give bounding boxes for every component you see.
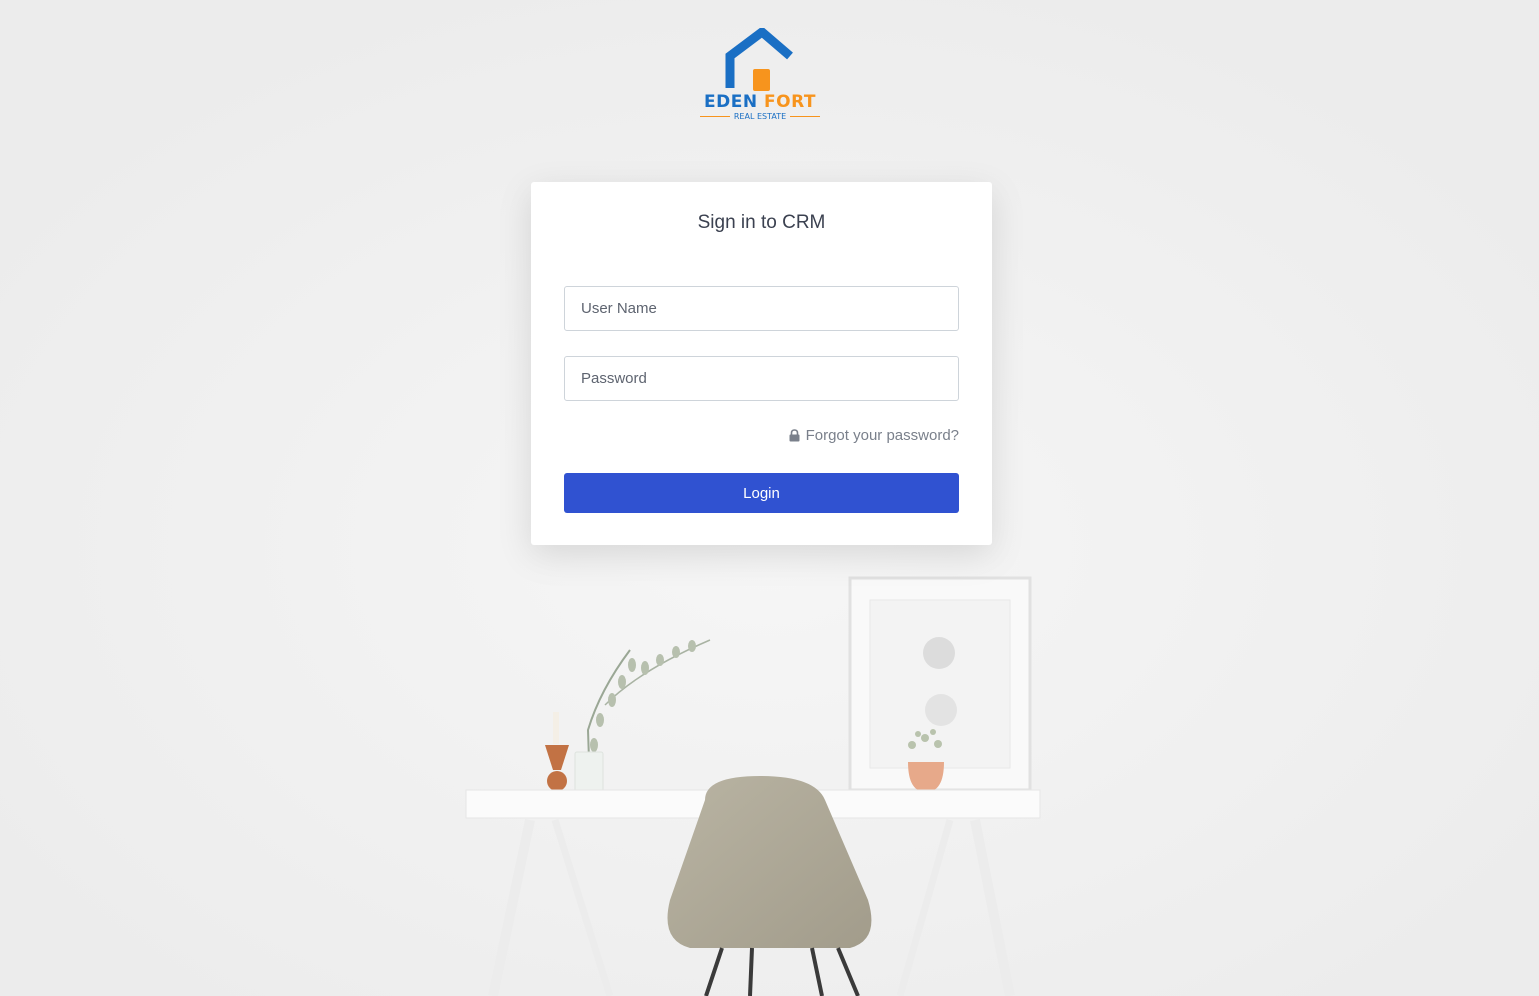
page-title: Sign in to CRM: [697, 212, 826, 233]
login-card: Sign in to CRM Forgot your password? Log…: [531, 182, 992, 545]
login-page: EDEN FORT REAL ESTATE Sign in to CRM For…: [0, 0, 1539, 996]
logo-divider-left: [700, 116, 730, 117]
logo-word-eden: EDEN: [704, 92, 758, 112]
lock-icon: [789, 429, 800, 442]
logo-word-fort: FORT: [764, 92, 816, 112]
picture-frame: [848, 576, 1032, 792]
username-input[interactable]: [564, 286, 959, 331]
logo-tagline-text: REAL ESTATE: [733, 112, 787, 121]
password-input[interactable]: [564, 356, 959, 401]
forgot-password-link[interactable]: Forgot your password?: [789, 427, 959, 444]
eden-fort-logo: EDEN FORT REAL ESTATE: [690, 28, 830, 128]
forgot-password-label: Forgot your password?: [805, 427, 959, 444]
login-button[interactable]: Login: [564, 473, 959, 513]
logo-divider-right: [790, 116, 820, 117]
house-logo-icon: [725, 28, 793, 91]
logo-tagline: REAL ESTATE: [700, 112, 820, 121]
logo-wordmark: EDEN FORT: [690, 92, 830, 112]
